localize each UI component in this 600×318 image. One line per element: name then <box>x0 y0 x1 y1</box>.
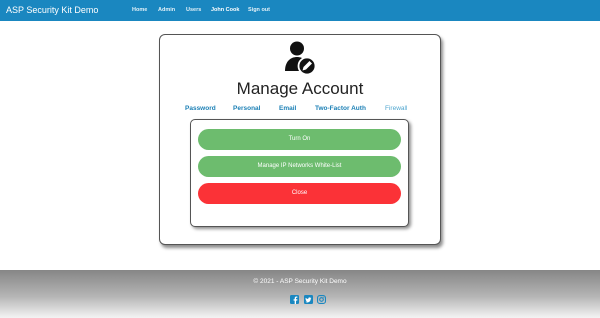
facebook-icon[interactable] <box>290 295 299 304</box>
manage-ip-whitelist-button[interactable]: Manage IP Networks White-List <box>198 156 401 177</box>
manage-account-card: Manage Account Password Personal Email T… <box>159 34 441 245</box>
copyright-text: © 2021 - ASP Security Kit Demo <box>253 278 347 285</box>
nav-link-users[interactable]: Users <box>186 6 201 15</box>
nav-link-user-profile[interactable]: John Cook <box>211 6 239 15</box>
tab-password[interactable]: Password <box>185 105 216 113</box>
nav-link-admin[interactable]: Admin <box>158 6 175 15</box>
tab-personal[interactable]: Personal <box>233 105 260 113</box>
turn-on-button[interactable]: Turn On <box>198 129 401 150</box>
brand-link[interactable]: ASP Security Kit Demo <box>6 4 98 17</box>
top-navbar: ASP Security Kit Demo Home Admin Users J… <box>0 0 600 21</box>
nav-link-sign-out[interactable]: Sign out <box>248 6 270 15</box>
twitter-icon[interactable] <box>304 295 313 304</box>
close-button[interactable]: Close <box>198 183 401 204</box>
instagram-icon[interactable] <box>317 295 326 304</box>
user-edit-icon <box>285 41 317 75</box>
nav-link-home[interactable]: Home <box>132 6 147 15</box>
tab-two-factor-auth[interactable]: Two-Factor Auth <box>315 105 366 113</box>
footer: © 2021 - ASP Security Kit Demo <box>0 270 600 318</box>
tab-email[interactable]: Email <box>279 105 296 113</box>
tab-firewall[interactable]: Firewall <box>385 105 407 113</box>
page-title: Manage Account <box>236 79 364 98</box>
firewall-panel: Turn On Manage IP Networks White-List Cl… <box>190 119 409 227</box>
